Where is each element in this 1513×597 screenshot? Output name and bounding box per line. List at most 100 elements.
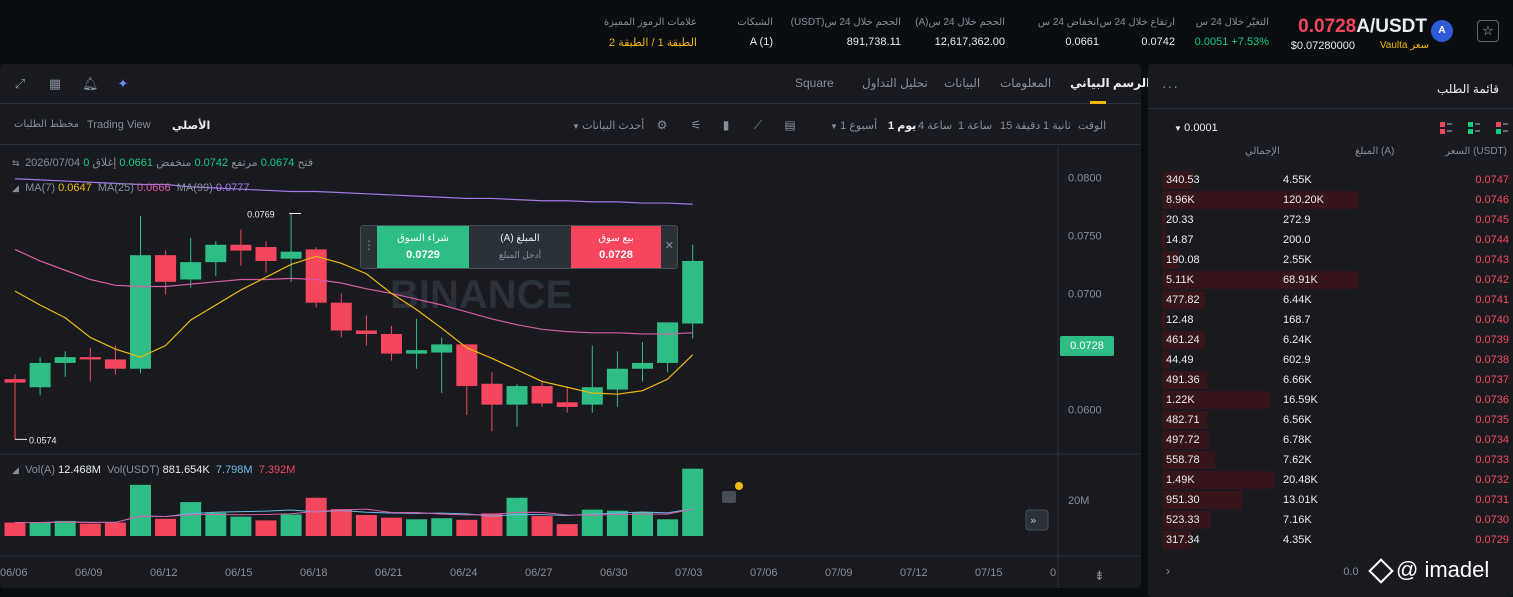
line-chart-icon[interactable]: ⟋ xyxy=(750,117,766,133)
volume-bar xyxy=(556,524,578,536)
interval-1h[interactable]: 1 ساعة xyxy=(958,119,992,132)
order-book-row[interactable]: 44.49 602.9 0.0738 xyxy=(1148,350,1513,370)
amount-field[interactable]: المبلغ (A) أدخل المبلغ xyxy=(469,226,571,268)
row-total: 5.11K xyxy=(1166,274,1194,286)
candle-down xyxy=(330,302,352,331)
interval-15m[interactable]: 15 دقيقة xyxy=(1000,119,1040,132)
order-book-row[interactable]: 14.87 200.0 0.0744 xyxy=(1148,230,1513,250)
candle-down xyxy=(4,379,26,383)
row-amount: 4.35K xyxy=(1283,534,1312,546)
interval-1d[interactable]: 1 يوم xyxy=(888,119,916,132)
ohlc-readout: ⇆ 2026/07/04 فتح 0.0674 مرتفع 0.0742 منخ… xyxy=(12,157,314,169)
settings-icon[interactable]: ⚙ xyxy=(654,117,670,133)
candlestick-chart[interactable]: BINANCE0.08000.07500.07000.06500.060020M… xyxy=(0,146,1141,588)
time-tick-label: 06/30 xyxy=(600,567,628,579)
order-book-row[interactable]: 190.08 2.55K 0.0743 xyxy=(1148,250,1513,270)
row-price: 0.0735 xyxy=(1475,414,1509,426)
order-book-row[interactable]: 20.33 272.9 0.0745 xyxy=(1148,210,1513,230)
tab-trade-analysis[interactable]: تحليل التداول xyxy=(862,76,928,90)
vol-usdt-value: 881.654K xyxy=(162,464,210,476)
view-depth[interactable]: مخطط الطلبات xyxy=(14,119,79,130)
view-asks-icon[interactable] xyxy=(1440,122,1452,134)
tab-square[interactable]: Square xyxy=(795,76,834,90)
order-book-row[interactable]: 477.82 6.44K 0.0741 xyxy=(1148,290,1513,310)
tab-info[interactable]: المعلومات xyxy=(1000,76,1051,90)
order-book-row[interactable]: 523.33 7.16K 0.0730 xyxy=(1148,510,1513,530)
time-tick-label: 07/09 xyxy=(825,567,853,579)
candle-down xyxy=(355,330,377,334)
time-tick-label: 07/06 xyxy=(750,567,778,579)
row-amount: 20.48K xyxy=(1283,474,1318,486)
order-book-row[interactable]: 5.11K 68.91K 0.0742 xyxy=(1148,270,1513,290)
row-total: 491.36 xyxy=(1166,374,1200,386)
time-tick-label: 06/24 xyxy=(450,567,478,579)
row-price: 0.0742 xyxy=(1475,274,1509,286)
tab-data[interactable]: البيانات xyxy=(944,76,980,90)
header-price: السعر (USDT) xyxy=(1445,146,1507,157)
favorite-star-icon[interactable]: ☆ xyxy=(1477,20,1499,42)
indicator-icon[interactable]: ⚟ xyxy=(688,117,704,133)
order-book-row[interactable]: 491.36 6.66K 0.0737 xyxy=(1148,370,1513,390)
layout-grid-icon[interactable]: ▦ xyxy=(47,76,63,92)
close-icon[interactable]: ✕ xyxy=(665,239,674,252)
order-book-row[interactable]: 12.48 168.7 0.0740 xyxy=(1148,310,1513,330)
candle-up xyxy=(606,368,628,390)
tick-size-value: 0.0001 xyxy=(1184,122,1218,134)
tick-size-dropdown[interactable]: ▼ 0.0001 xyxy=(1174,122,1218,134)
row-total: 20.33 xyxy=(1166,214,1194,226)
stat-token-tags[interactable]: علامات الرموز المميزة الطبقة 1 / الطبقة … xyxy=(604,17,697,49)
order-book-row[interactable]: 8.96K 120.20K 0.0746 xyxy=(1148,190,1513,210)
ai-sparkle-icon[interactable]: ✦ xyxy=(115,76,131,92)
order-book-footer: › 0.0 xyxy=(1166,564,1359,578)
order-book-row[interactable]: 951.30 13.01K 0.0731 xyxy=(1148,490,1513,510)
more-options-icon[interactable]: ··· xyxy=(1162,78,1179,94)
volume-bar xyxy=(305,497,327,536)
bell-icon[interactable]: 🔔︎ xyxy=(82,76,99,92)
stat-value: 891,738.11 xyxy=(846,36,901,48)
candle-type-icon[interactable]: ▮ xyxy=(718,117,734,133)
market-sell-button[interactable]: بيع سوق 0.0728 xyxy=(571,226,661,268)
row-amount: 6.44K xyxy=(1283,294,1312,306)
candle-up xyxy=(682,260,704,324)
view-bids-icon[interactable] xyxy=(1468,122,1480,134)
order-book-panel: ··· قائمة الطلب ▼ 0.0001 السعر (USDT) ال… xyxy=(1148,64,1513,597)
row-amount: 168.7 xyxy=(1283,314,1311,326)
volume-bar xyxy=(657,519,679,536)
calendar-icon[interactable]: ▤ xyxy=(782,117,798,133)
stat-networks[interactable]: الشبكات A (1) xyxy=(737,17,773,48)
stat-label: التغيّر خلال 24 س xyxy=(1195,17,1269,28)
candle-down xyxy=(305,249,327,303)
expand-icon[interactable]: ⤢ xyxy=(12,76,28,92)
stat-high: ارتفاع خلال 24 س 0.0742 xyxy=(1099,17,1175,48)
stat-change: التغيّر خلال 24 س 0.0051 +7.53% xyxy=(1195,17,1269,48)
drag-handle-icon[interactable]: ⋮ xyxy=(363,238,375,252)
order-book-row[interactable]: 558.78 7.62K 0.0733 xyxy=(1148,450,1513,470)
view-tradingview[interactable]: Trading View xyxy=(87,119,151,131)
volume-bar xyxy=(280,514,302,536)
ohlc-low: 0.0661 xyxy=(119,157,154,169)
pair-title[interactable]: 0.0728A/USDT xyxy=(1298,16,1427,38)
order-book-row[interactable]: 317.34 4.35K 0.0729 xyxy=(1148,530,1513,550)
row-total: 8.96K xyxy=(1166,194,1195,206)
interval-time[interactable]: الوقت xyxy=(1078,119,1106,132)
interval-1w[interactable]: ▼ 1 أسبوع xyxy=(830,119,877,132)
view-original[interactable]: الأصلي xyxy=(172,119,210,132)
row-price: 0.0739 xyxy=(1475,334,1509,346)
view-both-icon[interactable] xyxy=(1496,122,1508,134)
order-book-row[interactable]: 461.24 6.24K 0.0739 xyxy=(1148,330,1513,350)
order-book-row[interactable]: 1.22K 16.59K 0.0736 xyxy=(1148,390,1513,410)
candle-down xyxy=(230,244,252,251)
order-book-row[interactable]: 497.72 6.78K 0.0734 xyxy=(1148,430,1513,450)
vol-usdt-label: Vol(USDT) xyxy=(107,464,160,476)
chevron-right-icon[interactable]: › xyxy=(1166,564,1170,578)
market-buy-button[interactable]: شراء السوق 0.0729 xyxy=(377,226,469,268)
order-book-row[interactable]: 482.71 6.56K 0.0735 xyxy=(1148,410,1513,430)
order-book-row[interactable]: 340.53 4.55K 0.0747 xyxy=(1148,170,1513,190)
order-book-row[interactable]: 1.49K 20.48K 0.0732 xyxy=(1148,470,1513,490)
stat-low: انخفاض 24 س 0.0661 xyxy=(1038,17,1099,48)
latest-data-dropdown[interactable]: ▼ أحدث البيانات xyxy=(572,119,644,132)
tab-chart[interactable]: الرسم البياني xyxy=(1070,76,1150,90)
chart-area[interactable]: BINANCE0.08000.07500.07000.06500.060020M… xyxy=(0,146,1141,588)
interval-4h[interactable]: 4 ساعة xyxy=(918,119,952,132)
interval-1s[interactable]: 1 ثانية xyxy=(1043,119,1071,132)
